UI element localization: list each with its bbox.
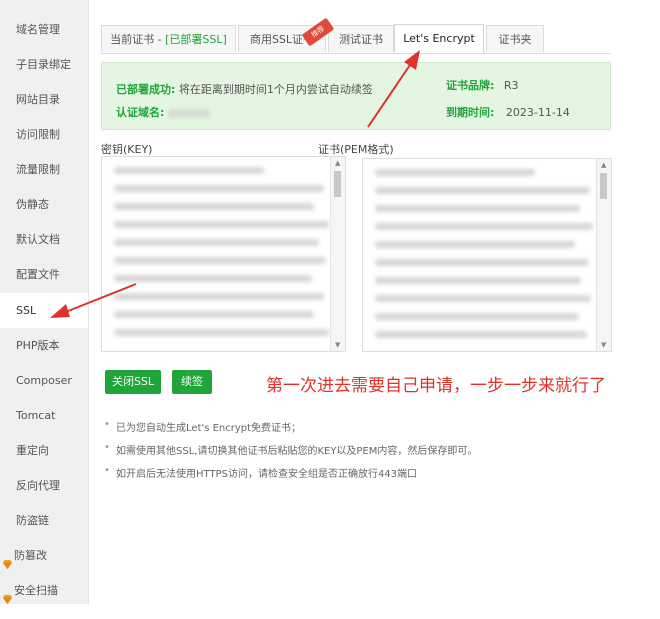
deployed-text: 将在距离到期时间1个月内尝试自动续签 xyxy=(178,83,373,96)
redacted-line xyxy=(114,239,319,246)
scroll-up-icon[interactable]: ▲ xyxy=(601,161,606,169)
redacted-line xyxy=(375,259,589,266)
domain-label: 认证域名: xyxy=(116,106,165,119)
sidebar-item-domain[interactable]: 域名管理 xyxy=(0,12,88,47)
tab-current-cert[interactable]: 当前证书 - [已部署SSL] xyxy=(101,25,236,52)
sidebar-item-label: 子目录绑定 xyxy=(16,58,71,71)
scroll-down-icon[interactable]: ▼ xyxy=(601,341,606,349)
tip-item: 如开启后无法使用HTTPS访问，请检查安全组是否正确放行443端口 xyxy=(104,465,417,480)
redacted-line xyxy=(375,169,535,176)
scroll-up-icon[interactable]: ▲ xyxy=(335,159,340,167)
sidebar-item-label: 域名管理 xyxy=(16,23,60,36)
redacted-line xyxy=(114,275,312,282)
expire-value: 2023-11-14 xyxy=(505,106,570,119)
sidebar-item-subdir[interactable]: 子目录绑定 xyxy=(0,47,88,82)
redacted-line xyxy=(114,185,324,192)
sidebar-item-label: 重定向 xyxy=(16,444,49,457)
sidebar-item-default-doc[interactable]: 默认文档 xyxy=(0,222,88,257)
tip-item: 已为您自动生成Let's Encrypt免费证书； xyxy=(104,419,301,434)
cert-scrollbar[interactable]: ▲ ▼ xyxy=(596,159,611,351)
redacted-line xyxy=(375,241,575,248)
cert-label: 证书(PEM格式) xyxy=(318,143,394,156)
redacted-line xyxy=(375,295,591,302)
redacted-line xyxy=(375,205,580,212)
redacted-line xyxy=(114,329,329,336)
sidebar-item-label: 反向代理 xyxy=(16,479,60,492)
tab-label: 测试证书 xyxy=(339,33,383,46)
close-ssl-button[interactable]: 关闭SSL xyxy=(105,370,161,394)
annotation-text: 第一次进去需要自己申请，一步一步来就行了 xyxy=(266,376,606,396)
sidebar-item-label: 网站目录 xyxy=(16,93,60,106)
redacted-line xyxy=(114,311,314,318)
sidebar-item-redirect[interactable]: 重定向 xyxy=(0,433,88,468)
redacted-line xyxy=(114,257,326,264)
sidebar-item-tamper[interactable]: 防篡改 xyxy=(0,538,88,573)
sidebar-item-ssl[interactable]: SSL xyxy=(0,293,88,328)
sidebar-item-label: 防篡改 xyxy=(14,549,47,562)
expire-label: 到期时间: xyxy=(446,106,495,119)
sidebar-item-hotlink[interactable]: 防盗链 xyxy=(0,503,88,538)
redacted-line xyxy=(114,293,324,300)
key-scrollbar[interactable]: ▲ ▼ xyxy=(330,157,345,351)
deployed-row: 已部署成功: 将在距离到期时间1个月内尝试自动续签 xyxy=(116,81,373,97)
tab-test-cert[interactable]: 测试证书 xyxy=(328,25,394,52)
domain-value-redacted xyxy=(167,108,210,118)
redacted-line xyxy=(375,313,579,320)
sidebar-item-config[interactable]: 配置文件 xyxy=(0,257,88,292)
sidebar: 域名管理 子目录绑定 网站目录 访问限制 流量限制 伪静态 默认文档 配置文件 … xyxy=(0,0,89,605)
expire-row: 到期时间: 2023-11-14 xyxy=(446,104,570,120)
tab-letsencrypt[interactable]: Let's Encrypt xyxy=(394,24,484,53)
redacted-line xyxy=(375,187,590,194)
brand-row: 证书品牌: R3 xyxy=(446,77,519,93)
scroll-down-icon[interactable]: ▼ xyxy=(335,341,340,349)
tab-label: 证书夹 xyxy=(498,33,532,46)
redacted-line xyxy=(375,223,593,230)
cert-textarea[interactable]: ▲ ▼ xyxy=(362,158,612,352)
sidebar-item-label: 流量限制 xyxy=(16,163,60,176)
domain-row: 认证域名: xyxy=(116,104,210,120)
redacted-line xyxy=(114,221,329,228)
sidebar-item-rewrite[interactable]: 伪静态 xyxy=(0,187,88,222)
redacted-line xyxy=(114,167,264,174)
scroll-thumb[interactable] xyxy=(334,171,341,197)
sidebar-item-label: Composer xyxy=(16,374,72,387)
tab-label: 当前证书 - xyxy=(110,33,166,46)
deployed-label: 已部署成功: xyxy=(116,83,176,96)
sidebar-item-reverse-proxy[interactable]: 反向代理 xyxy=(0,468,88,503)
gem-icon xyxy=(2,584,13,619)
sidebar-item-access-limit[interactable]: 访问限制 xyxy=(0,117,88,152)
tab-cert-folder[interactable]: 证书夹 xyxy=(486,25,544,52)
scroll-thumb[interactable] xyxy=(600,173,607,199)
tab-divider xyxy=(101,53,611,54)
sidebar-item-label: 防盗链 xyxy=(16,514,49,527)
sidebar-item-label: 配置文件 xyxy=(16,268,60,281)
brand-value: R3 xyxy=(503,79,519,92)
sidebar-item-traffic-limit[interactable]: 流量限制 xyxy=(0,152,88,187)
sidebar-item-label: SSL xyxy=(16,304,37,317)
sidebar-item-label: Tomcat xyxy=(16,409,56,422)
redacted-line xyxy=(375,331,587,338)
sidebar-item-label: 伪静态 xyxy=(16,198,49,211)
sidebar-item-site-dir[interactable]: 网站目录 xyxy=(0,82,88,117)
brand-label: 证书品牌: xyxy=(446,79,495,92)
sidebar-item-tomcat[interactable]: Tomcat xyxy=(0,398,88,433)
tip-item: 如需使用其他SSL,请切换其他证书后粘贴您的KEY以及PEM内容，然后保存即可。 xyxy=(104,442,477,457)
sidebar-item-label: 访问限制 xyxy=(16,128,60,141)
sidebar-item-security-scan[interactable]: 安全扫描 xyxy=(0,573,88,608)
sidebar-item-php[interactable]: PHP版本 xyxy=(0,328,88,363)
sidebar-item-composer[interactable]: Composer xyxy=(0,363,88,398)
key-label: 密钥(KEY) xyxy=(101,143,153,156)
sidebar-item-label: 安全扫描 xyxy=(14,584,58,597)
sidebar-item-label: 默认文档 xyxy=(16,233,60,246)
ssl-status-panel: 已部署成功: 将在距离到期时间1个月内尝试自动续签 认证域名: 证书品牌: R3… xyxy=(101,62,611,130)
tab-label: Let's Encrypt xyxy=(403,32,475,45)
tab-status: [已部署SSL] xyxy=(165,33,227,46)
redacted-line xyxy=(375,277,581,284)
renew-button[interactable]: 续签 xyxy=(172,370,212,394)
key-textarea[interactable]: ▲ ▼ xyxy=(101,156,346,352)
redacted-line xyxy=(114,203,314,210)
sidebar-item-label: PHP版本 xyxy=(16,339,60,352)
